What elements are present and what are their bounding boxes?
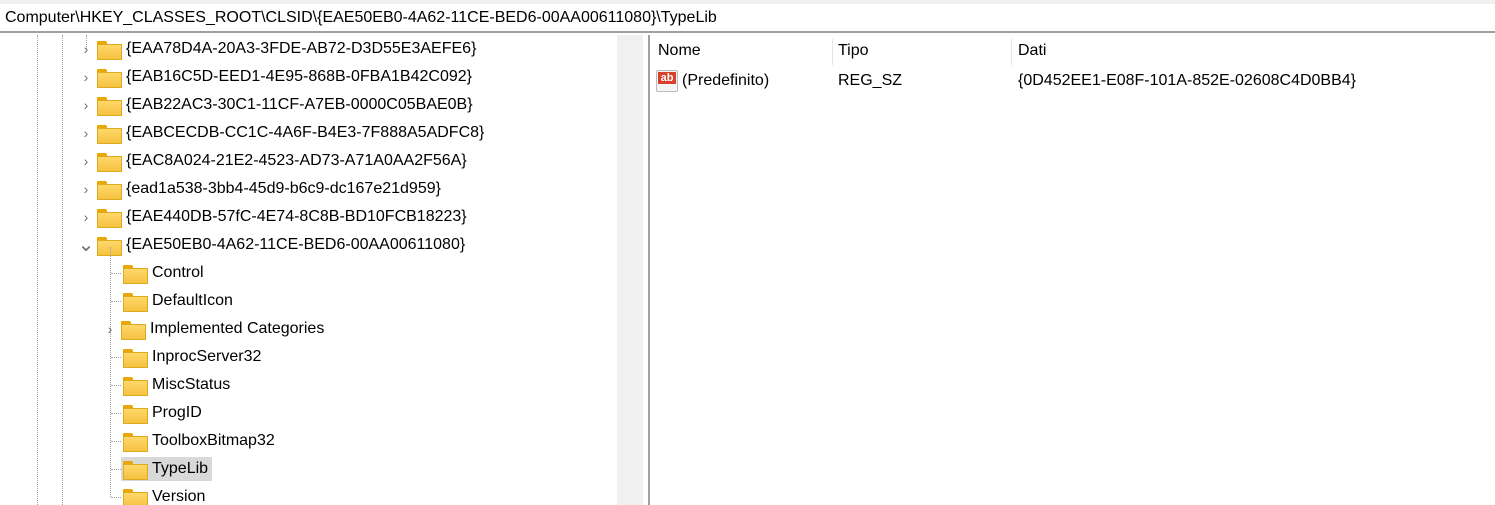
- tree-item-label: InprocServer32: [152, 348, 262, 365]
- value-name: (Predefinito): [682, 72, 770, 89]
- tree-item-label: {EAE50EB0-4A62-11CE-BED6-00AA00611080}: [126, 236, 466, 253]
- tree-connector: [111, 440, 121, 442]
- tree-item[interactable]: › {EAE440DB-57fC-4E74-8C8B-BD10FCB18223}: [78, 203, 467, 231]
- selected-highlight: TypeLib: [121, 457, 213, 481]
- pane-splitter[interactable]: [648, 35, 650, 505]
- tree-connector: [111, 356, 121, 358]
- tree-item-label: {EAA78D4A-20A3-3FDE-AB72-D3D55E3AEFE6}: [126, 40, 477, 57]
- tree-item-label: {EAB16C5D-EED1-4E95-868B-0FBA1B42C092}: [126, 68, 472, 85]
- folder-icon: [97, 124, 122, 144]
- tree-item-content: Control: [123, 261, 204, 285]
- tree-item-label: MiscStatus: [152, 376, 231, 393]
- string-value-icon-text: ab: [658, 72, 676, 84]
- tree-item-label: Control: [152, 264, 204, 281]
- tree-connector: [111, 272, 121, 274]
- tree-item-label: ToolboxBitmap32: [152, 432, 275, 449]
- address-bar[interactable]: Computer\HKEY_CLASSES_ROOT\CLSID\{EAE50E…: [0, 4, 1495, 33]
- tree-item[interactable]: Control: [102, 259, 204, 287]
- folder-icon: [123, 432, 148, 452]
- pane-border: [643, 35, 644, 505]
- tree-item-content: DefaultIcon: [123, 289, 233, 313]
- tree-connector: [111, 384, 121, 386]
- tree-item-label: ProgID: [152, 404, 202, 421]
- tree-connector: [111, 496, 121, 498]
- column-header-type[interactable]: Tipo: [830, 35, 1010, 67]
- tree-item-label: {EAC8A024-21E2-4523-AD73-A71A0AA2F56A}: [126, 152, 467, 169]
- folder-icon: [123, 292, 148, 312]
- tree-guide-line: [37, 35, 38, 505]
- values-header: Nome Tipo Dati: [650, 35, 1495, 67]
- tree-item[interactable]: TypeLib: [102, 455, 213, 483]
- tree-item[interactable]: ProgID: [102, 399, 202, 427]
- folder-icon: [97, 236, 122, 256]
- tree-item[interactable]: ToolboxBitmap32: [102, 427, 275, 455]
- tree-item-content: InprocServer32: [123, 345, 261, 369]
- chevron-right-icon[interactable]: ›: [102, 315, 118, 343]
- chevron-right-icon[interactable]: ›: [78, 35, 94, 63]
- tree-item-content: Implemented Categories: [121, 317, 324, 341]
- tree-item-label: Version: [152, 488, 206, 505]
- tree-item[interactable]: › {EAC8A024-21E2-4523-AD73-A71A0AA2F56A}: [78, 147, 467, 175]
- tree-item-content: MiscStatus: [123, 373, 230, 397]
- tree-item-label: {EAE440DB-57fC-4E74-8C8B-BD10FCB18223}: [126, 208, 467, 225]
- tree-connector: [111, 300, 121, 302]
- tree-item-content: ProgID: [123, 401, 202, 425]
- tree-item-label: DefaultIcon: [152, 292, 233, 309]
- column-header-name[interactable]: Nome: [650, 35, 832, 67]
- tree-scrollbar[interactable]: [617, 35, 643, 505]
- tree-connector: [111, 468, 121, 470]
- folder-icon: [97, 96, 122, 116]
- chevron-down-icon[interactable]: ⌄: [78, 231, 95, 259]
- tree-item[interactable]: › {EABCECDB-CC1C-4A6F-B4E3-7F888A5ADFC8}: [78, 119, 484, 147]
- tree-item-label: {ead1a538-3bb4-45d9-b6c9-dc167e21d959}: [126, 180, 441, 197]
- folder-icon: [97, 208, 122, 228]
- tree-item-label: TypeLib: [152, 460, 209, 477]
- tree-item[interactable]: ⌄ {EAE50EB0-4A62-11CE-BED6-00AA00611080}: [78, 231, 466, 259]
- chevron-right-icon[interactable]: ›: [78, 147, 94, 175]
- folder-icon: [97, 68, 122, 88]
- folder-icon: [123, 264, 148, 284]
- tree-item[interactable]: MiscStatus: [102, 371, 230, 399]
- chevron-right-icon[interactable]: ›: [78, 203, 94, 231]
- tree-item[interactable]: Version: [102, 483, 205, 505]
- tree-guide-line: [62, 35, 63, 505]
- tree-item[interactable]: › {EAB22AC3-30C1-11CF-A7EB-0000C05BAE0B}: [78, 91, 473, 119]
- folder-icon: [123, 488, 148, 505]
- folder-icon: [123, 460, 148, 480]
- tree-item-content: Version: [123, 485, 205, 505]
- chevron-right-icon[interactable]: ›: [78, 175, 94, 203]
- tree-item[interactable]: › {ead1a538-3bb4-45d9-b6c9-dc167e21d959}: [78, 175, 441, 203]
- tree-item-label: {EABCECDB-CC1C-4A6F-B4E3-7F888A5ADFC8}: [126, 124, 485, 141]
- tree-item-content: ToolboxBitmap32: [123, 429, 275, 453]
- tree-item[interactable]: › {EAB16C5D-EED1-4E95-868B-0FBA1B42C092}: [78, 63, 472, 91]
- folder-icon: [97, 152, 122, 172]
- tree-item[interactable]: › Implemented Categories: [102, 315, 324, 343]
- tree-item[interactable]: › {EAA78D4A-20A3-3FDE-AB72-D3D55E3AEFE6}: [78, 35, 476, 63]
- folder-icon: [123, 348, 148, 368]
- value-row[interactable]: ab (Predefinito) REG_SZ {0D452EE1-E08F-1…: [650, 67, 1495, 95]
- tree-item-label: Implemented Categories: [150, 320, 325, 337]
- string-value-icon: ab: [656, 70, 678, 92]
- tree-item-label: {EAB22AC3-30C1-11CF-A7EB-0000C05BAE0B}: [126, 96, 473, 113]
- key-tree[interactable]: › {EAA78D4A-20A3-3FDE-AB72-D3D55E3AEFE6} ›…: [0, 35, 617, 505]
- folder-icon: [97, 40, 122, 60]
- chevron-right-icon[interactable]: ›: [78, 119, 94, 147]
- column-header-data[interactable]: Dati: [1010, 35, 1490, 67]
- folder-icon: [123, 404, 148, 424]
- value-type: REG_SZ: [838, 72, 903, 89]
- folder-icon: [123, 376, 148, 396]
- folder-icon: [121, 320, 146, 340]
- tree-item[interactable]: InprocServer32: [102, 343, 261, 371]
- tree-item[interactable]: DefaultIcon: [102, 287, 233, 315]
- value-data: {0D452EE1-E08F-101A-852E-02608C4D0BB4}: [1018, 72, 1357, 89]
- chevron-right-icon[interactable]: ›: [78, 91, 94, 119]
- tree-connector: [111, 412, 121, 414]
- chevron-right-icon[interactable]: ›: [78, 63, 94, 91]
- folder-icon: [97, 180, 122, 200]
